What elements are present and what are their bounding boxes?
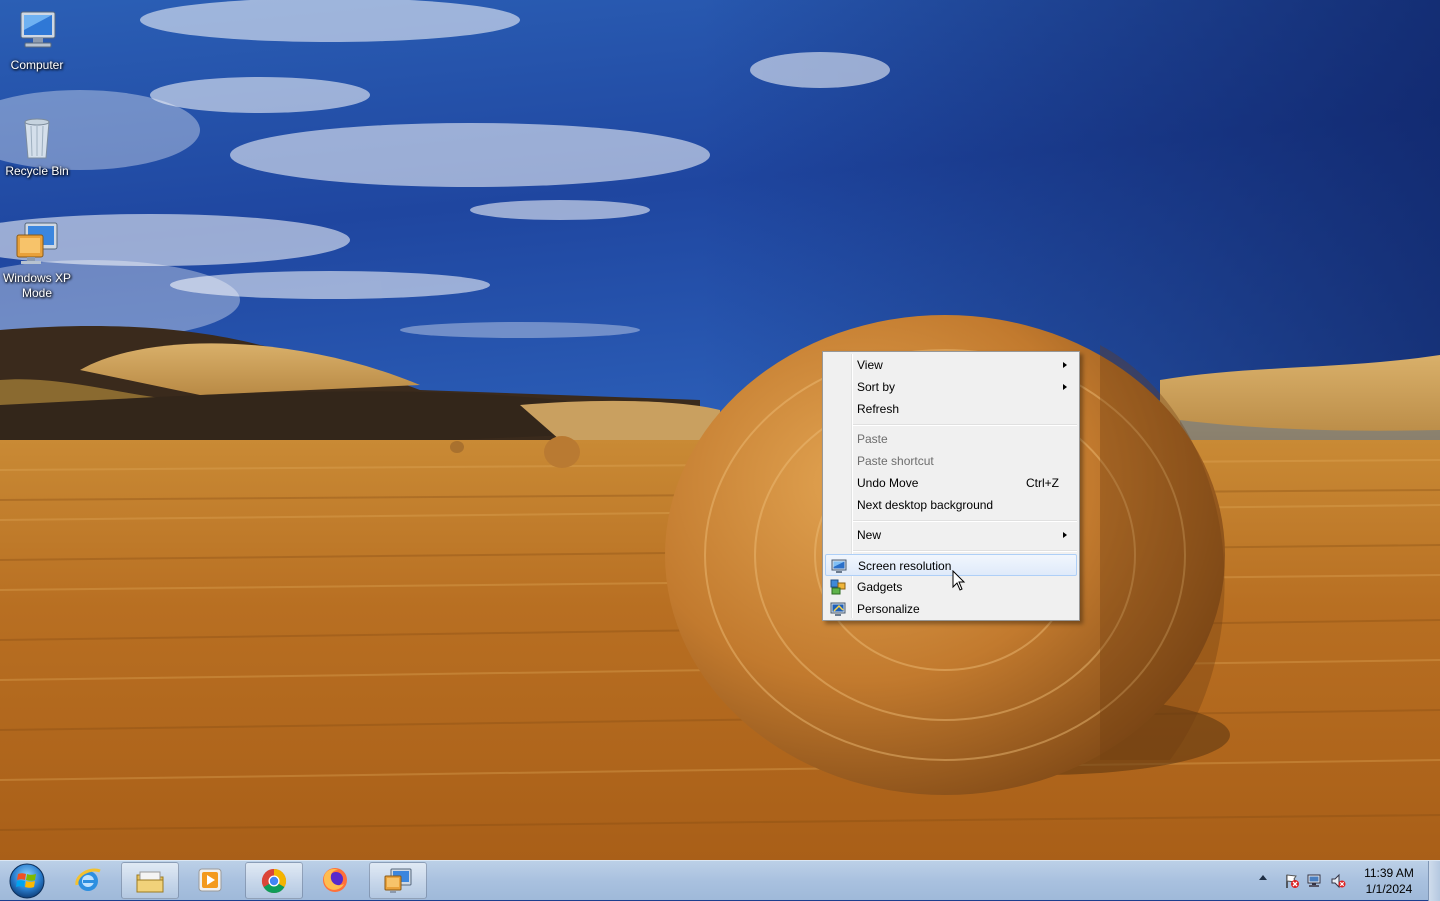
menu-item-label: Undo Move <box>857 476 919 490</box>
desktop-wallpaper[interactable] <box>0 0 1440 860</box>
taskbar-windows-xp-mode[interactable] <box>369 862 427 899</box>
show-hidden-icons-chevron-up-icon[interactable] <box>1259 875 1267 880</box>
menu-item-gadgets[interactable]: Gadgets <box>825 576 1077 598</box>
taskbar-chrome[interactable] <box>245 862 303 899</box>
menu-item-label: Sort by <box>857 380 896 394</box>
desktop-icon-computer[interactable]: Computer <box>0 8 74 73</box>
menu-item-view[interactable]: View <box>825 354 1077 376</box>
menu-separator <box>853 424 1077 426</box>
clock-time: 11:39 AM <box>1364 866 1414 880</box>
submenu-arrow-icon <box>1063 532 1067 538</box>
volume-muted-icon[interactable] <box>1330 873 1346 889</box>
desktop-context-menu: View Sort by Refresh Paste Paste shortcu… <box>822 351 1080 621</box>
submenu-arrow-icon <box>1063 384 1067 390</box>
windows-xp-mode-icon <box>16 222 58 264</box>
taskbar-media-player[interactable] <box>182 862 240 899</box>
menu-item-label: Paste <box>857 432 888 446</box>
internet-explorer-icon <box>75 868 101 891</box>
network-icon[interactable] <box>1306 873 1322 889</box>
menu-item-shortcut: Ctrl+Z <box>1026 476 1059 490</box>
desktop-icon-label: Recycle Bin <box>5 164 69 178</box>
start-button[interactable] <box>4 862 50 900</box>
submenu-arrow-icon <box>1063 362 1067 368</box>
menu-item-personalize[interactable]: Personalize <box>825 598 1077 620</box>
menu-item-label: View <box>857 358 883 372</box>
menu-separator <box>853 520 1077 522</box>
menu-item-label: Refresh <box>857 402 900 416</box>
desktop-icon-windows-xp-mode[interactable]: Windows XP Mode <box>0 221 74 301</box>
menu-item-label: Next desktop background <box>857 498 994 512</box>
menu-item-label: Personalize <box>857 602 920 616</box>
media-player-icon <box>198 868 222 892</box>
menu-separator <box>853 550 1077 552</box>
menu-item-screen-resolution[interactable]: Screen resolution <box>825 554 1077 576</box>
firefox-icon <box>323 868 347 892</box>
taskbar-file-explorer[interactable] <box>121 862 179 899</box>
gadgets-icon <box>830 579 846 595</box>
menu-item-undo-move[interactable]: Undo Move Ctrl+Z <box>825 472 1077 494</box>
chrome-icon <box>261 869 287 894</box>
menu-item-paste-shortcut: Paste shortcut <box>825 450 1077 472</box>
file-explorer-icon <box>136 871 164 893</box>
desktop-icon-label: Computer <box>10 58 64 72</box>
show-desktop-button[interactable] <box>1428 861 1440 901</box>
mouse-cursor-icon <box>952 570 966 591</box>
menu-item-label: Gadgets <box>857 580 903 594</box>
menu-item-refresh[interactable]: Refresh <box>825 398 1077 420</box>
desktop-icon-label: Windows XP Mode <box>2 271 72 300</box>
computer-icon <box>20 11 56 48</box>
personalize-icon <box>830 602 846 616</box>
windows-xp-mode-icon <box>384 868 412 893</box>
taskbar-firefox[interactable] <box>307 862 365 899</box>
menu-item-sort-by[interactable]: Sort by <box>825 376 1077 398</box>
clock-date: 1/1/2024 <box>1365 882 1413 896</box>
menu-item-label: Paste shortcut <box>857 454 934 468</box>
menu-item-new[interactable]: New <box>825 524 1077 546</box>
recycle-bin-icon <box>24 118 50 159</box>
system-clock[interactable]: 11:39 AM 1/1/2024 <box>1352 865 1426 897</box>
taskbar: 11:39 AM 1/1/2024 <box>0 860 1440 901</box>
monitor-icon <box>831 559 847 573</box>
action-center-flag-icon[interactable] <box>1284 873 1300 889</box>
menu-item-paste: Paste <box>825 428 1077 450</box>
desktop-icon-recycle-bin[interactable]: Recycle Bin <box>0 114 74 179</box>
menu-item-label: Screen resolution <box>858 559 952 573</box>
menu-item-label: New <box>857 528 882 542</box>
menu-item-next-desktop-background[interactable]: Next desktop background <box>825 494 1077 516</box>
taskbar-internet-explorer[interactable] <box>60 862 118 899</box>
